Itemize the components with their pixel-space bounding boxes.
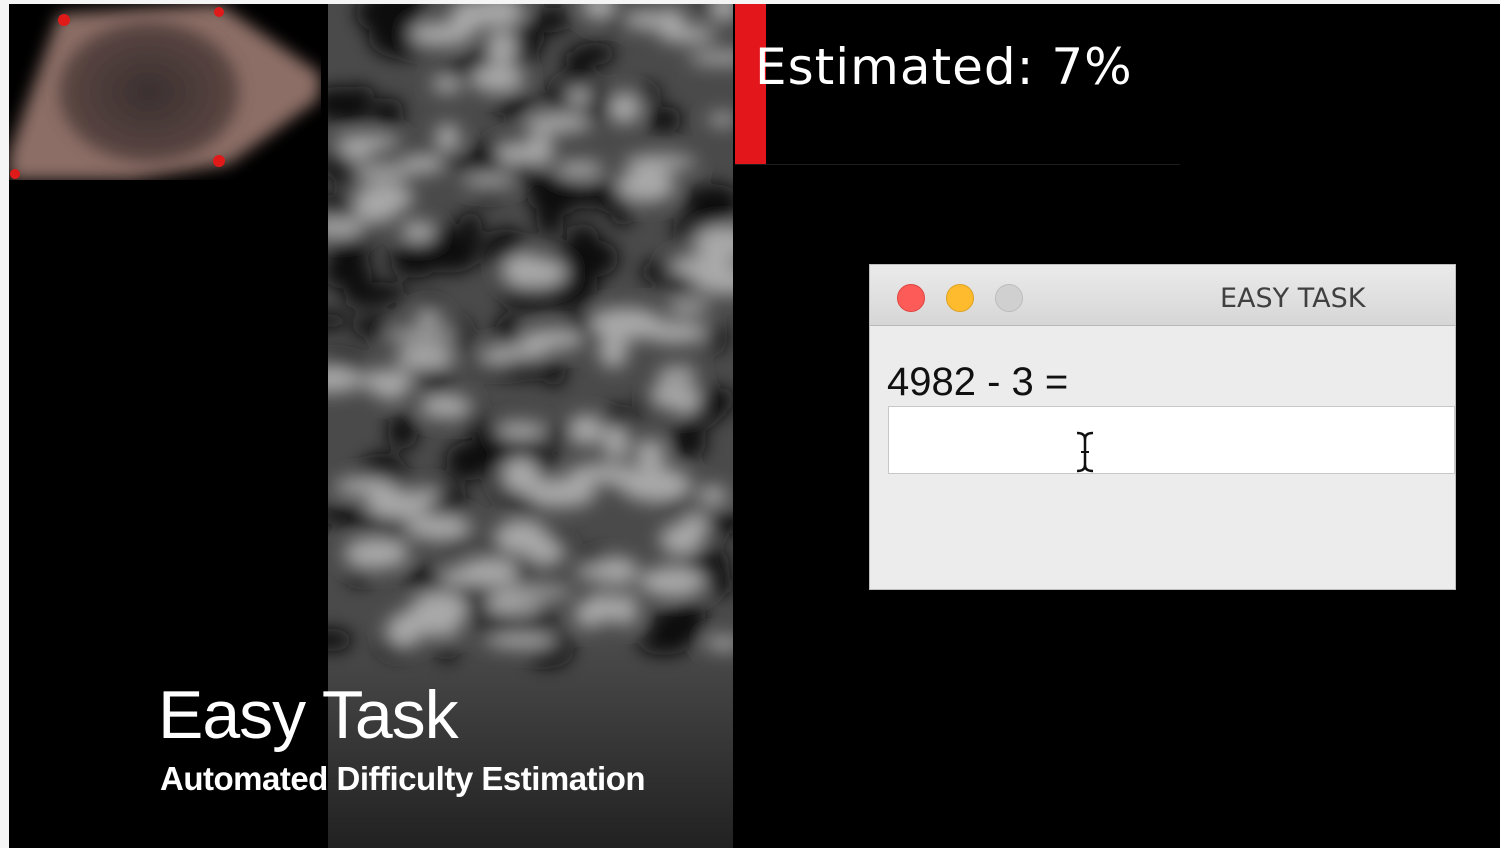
texture-dark-spot <box>670 422 707 460</box>
texture-light-spot <box>520 328 585 350</box>
texture-light-spot <box>498 586 574 599</box>
texture-light-spot <box>414 310 443 326</box>
texture-light-spot <box>666 299 710 314</box>
minimize-window-button[interactable] <box>946 284 974 312</box>
caption-subtitle: Automated Difficulty Estimation <box>160 760 646 797</box>
texture-dark-spot <box>343 289 397 308</box>
texture-light-spot <box>566 88 592 106</box>
texture-light-spot <box>501 253 551 288</box>
texture-dark-spot <box>372 98 405 128</box>
texture-light-spot <box>576 564 612 580</box>
texture-light-spot <box>569 414 603 446</box>
window-title-bar[interactable]: EASY TASK <box>870 265 1455 326</box>
texture-light-spot <box>589 307 663 341</box>
texture-light-spot <box>501 457 540 494</box>
texture-light-spot <box>495 422 547 439</box>
caption-title: Easy Task <box>158 677 459 753</box>
texture-dark-spot <box>344 92 369 126</box>
video-frame: Estimated: 7% EASY TASK 4982 - 3 = Easy … <box>0 0 1500 848</box>
texture-light-spot <box>523 113 592 133</box>
texture-dark-spot <box>445 442 491 481</box>
texture-dark-spot <box>634 84 662 101</box>
texture-dark-spot <box>646 106 682 134</box>
texture-light-spot <box>340 136 373 161</box>
texture-light-spot <box>419 394 472 419</box>
text-cursor-icon <box>1075 431 1095 477</box>
math-question: 4982 - 3 = <box>887 360 1069 404</box>
texture-dark-spot <box>494 93 536 119</box>
texture-light-spot <box>478 348 516 365</box>
texture-dark-spot <box>420 237 480 273</box>
texture-light-spot <box>431 76 462 93</box>
zoom-window-button[interactable] <box>995 284 1023 312</box>
texture-dark-spot <box>458 156 490 178</box>
texture-light-spot <box>617 168 676 203</box>
frame-border-left <box>0 0 9 848</box>
landmark-point <box>10 169 20 179</box>
close-window-button[interactable] <box>897 284 925 312</box>
texture-light-spot <box>574 600 603 628</box>
landmark-point <box>213 155 225 167</box>
texture-light-spot <box>485 600 544 615</box>
texture-dark-spot <box>527 177 584 215</box>
texture-light-spot <box>657 366 697 383</box>
texture-light-spot <box>659 7 685 42</box>
texture-light-spot <box>333 478 397 496</box>
texture-dark-spot <box>705 325 728 352</box>
texture-light-spot <box>598 337 628 368</box>
landmark-point <box>58 14 70 26</box>
texture-light-spot <box>639 566 706 597</box>
texture-light-spot <box>405 514 472 541</box>
eye-region-image <box>9 4 321 180</box>
texture-dark-spot <box>649 609 688 639</box>
landmark-point <box>214 7 224 17</box>
texture-light-spot <box>343 537 410 569</box>
texture-dark-spot <box>347 567 372 586</box>
texture-light-spot <box>609 92 641 124</box>
texture-light-spot <box>496 142 532 165</box>
texture-light-spot <box>395 344 456 370</box>
texture-light-spot <box>623 154 697 170</box>
texture-light-spot <box>681 512 709 537</box>
texture-light-spot <box>438 567 502 586</box>
texture-light-spot <box>376 386 406 400</box>
estimate-label: Estimated: 7% <box>755 38 1133 96</box>
texture-light-spot <box>556 161 604 178</box>
answer-input[interactable] <box>888 406 1455 474</box>
texture-light-spot <box>461 174 517 187</box>
texture-light-spot <box>602 425 630 459</box>
texture-light-spot <box>698 485 728 506</box>
texture-light-spot <box>401 221 436 242</box>
texture-light-spot <box>356 182 414 212</box>
texture-light-spot <box>386 613 423 648</box>
texture-light-spot <box>487 30 517 65</box>
texture-dark-spot <box>387 413 418 450</box>
texture-light-spot <box>669 384 701 414</box>
texture-dark-spot <box>567 56 591 81</box>
texture-dark-spot <box>540 359 567 387</box>
texture-light-spot <box>619 467 692 503</box>
texture-light-spot <box>435 123 460 152</box>
texture-light-spot <box>526 539 564 566</box>
texture-light-spot <box>470 65 525 93</box>
texture-light-spot <box>612 593 639 626</box>
task-window: EASY TASK 4982 - 3 = <box>869 264 1456 590</box>
texture-light-spot <box>635 439 665 469</box>
window-title: EASY TASK <box>1220 283 1366 314</box>
texture-light-spot <box>383 328 460 342</box>
texture-light-spot <box>353 164 414 180</box>
